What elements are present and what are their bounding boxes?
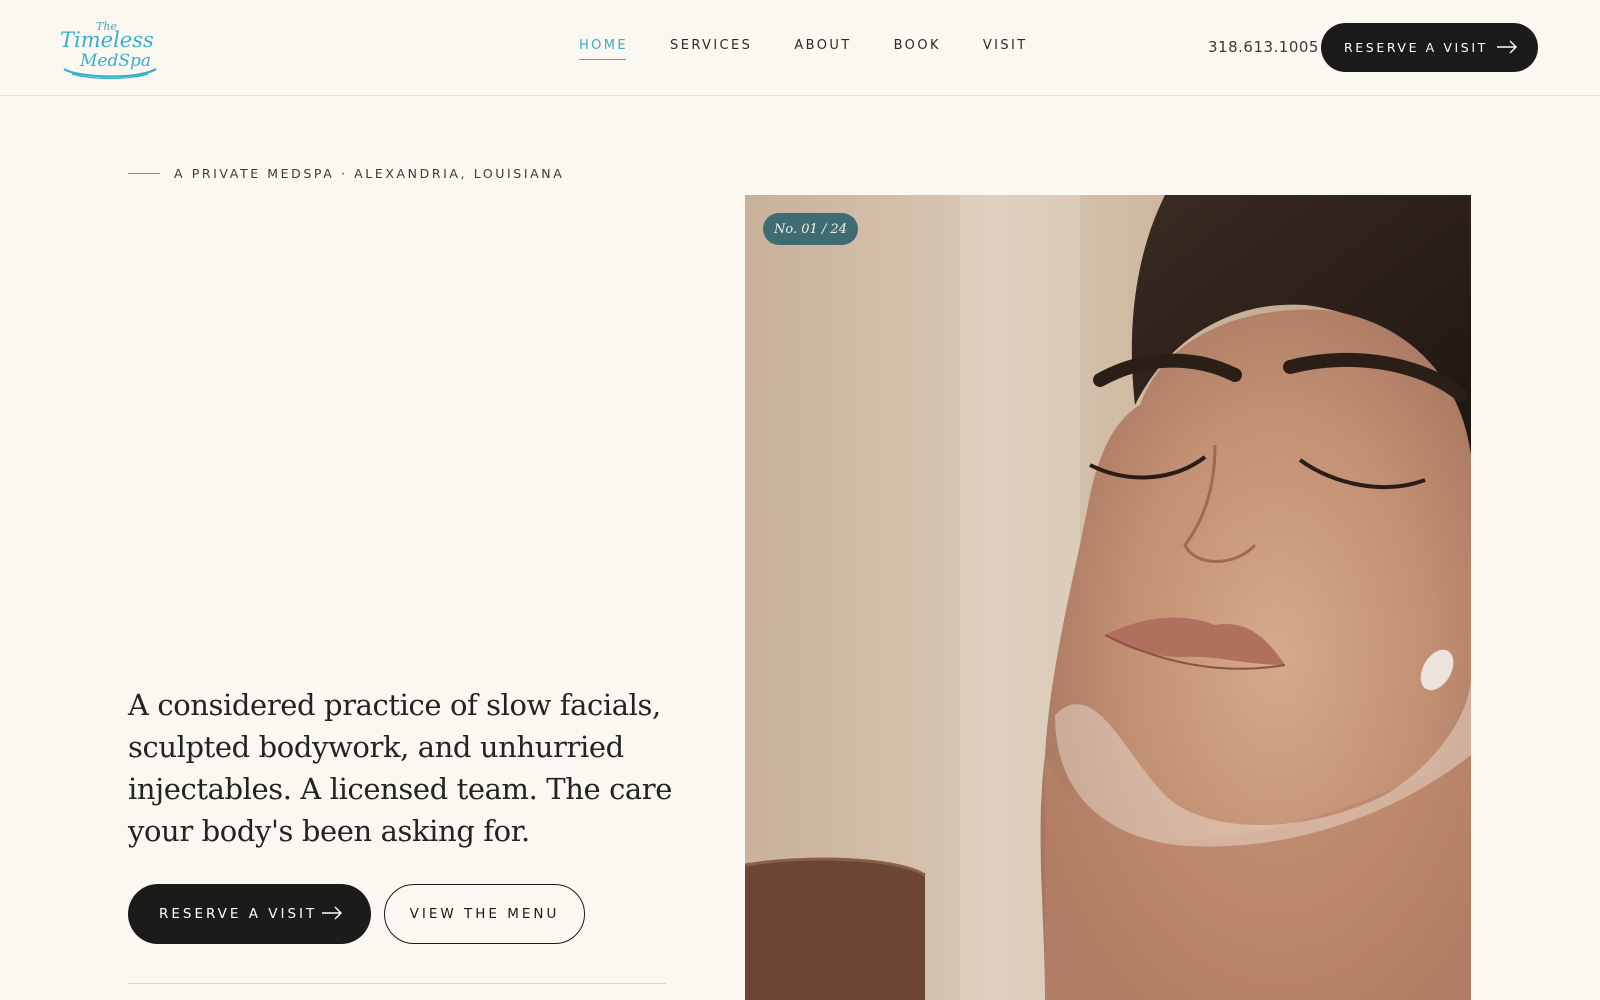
header-reserve-button[interactable]: RESERVE A VISIT — [1321, 23, 1538, 72]
svg-text:MedSpa: MedSpa — [79, 51, 151, 71]
nav-visit[interactable]: VISIT — [983, 38, 1028, 58]
arrow-right-icon — [1497, 40, 1517, 54]
view-menu-label: VIEW THE MENU — [409, 906, 560, 922]
svg-text:Timeless: Timeless — [60, 28, 154, 52]
hero-image — [745, 195, 1471, 1000]
hero-divider — [128, 983, 666, 984]
view-menu-button[interactable]: VIEW THE MENU — [384, 884, 585, 944]
arrow-right-icon — [322, 906, 342, 920]
eyebrow-text: A PRIVATE MEDSPA · ALEXANDRIA, LOUISIANA — [174, 166, 565, 181]
logo-mark: The Timeless MedSpa — [60, 20, 157, 80]
eyebrow-rule — [128, 173, 160, 174]
reserve-visit-button[interactable]: RESERVE A VISIT — [128, 884, 371, 944]
hero-copy: A considered practice of slow facials, s… — [128, 688, 673, 848]
hero-eyebrow: A PRIVATE MEDSPA · ALEXANDRIA, LOUISIANA — [128, 166, 564, 181]
brand-logo[interactable]: The Timeless MedSpa — [58, 14, 160, 80]
image-index-badge: No. 01 / 24 — [763, 213, 858, 245]
phone-link[interactable]: 318.613.1005 — [1208, 38, 1319, 56]
reserve-visit-label: RESERVE A VISIT — [159, 906, 318, 922]
nav-services[interactable]: SERVICES — [670, 38, 752, 58]
site-header: The Timeless MedSpa HOME SERVICES ABOUT … — [0, 0, 1600, 96]
main-nav: HOME SERVICES ABOUT BOOK VISIT — [579, 38, 1070, 60]
nav-home[interactable]: HOME — [579, 38, 628, 60]
header-reserve-label: RESERVE A VISIT — [1344, 40, 1488, 55]
nav-about[interactable]: ABOUT — [794, 38, 851, 58]
nav-book[interactable]: BOOK — [894, 38, 941, 58]
